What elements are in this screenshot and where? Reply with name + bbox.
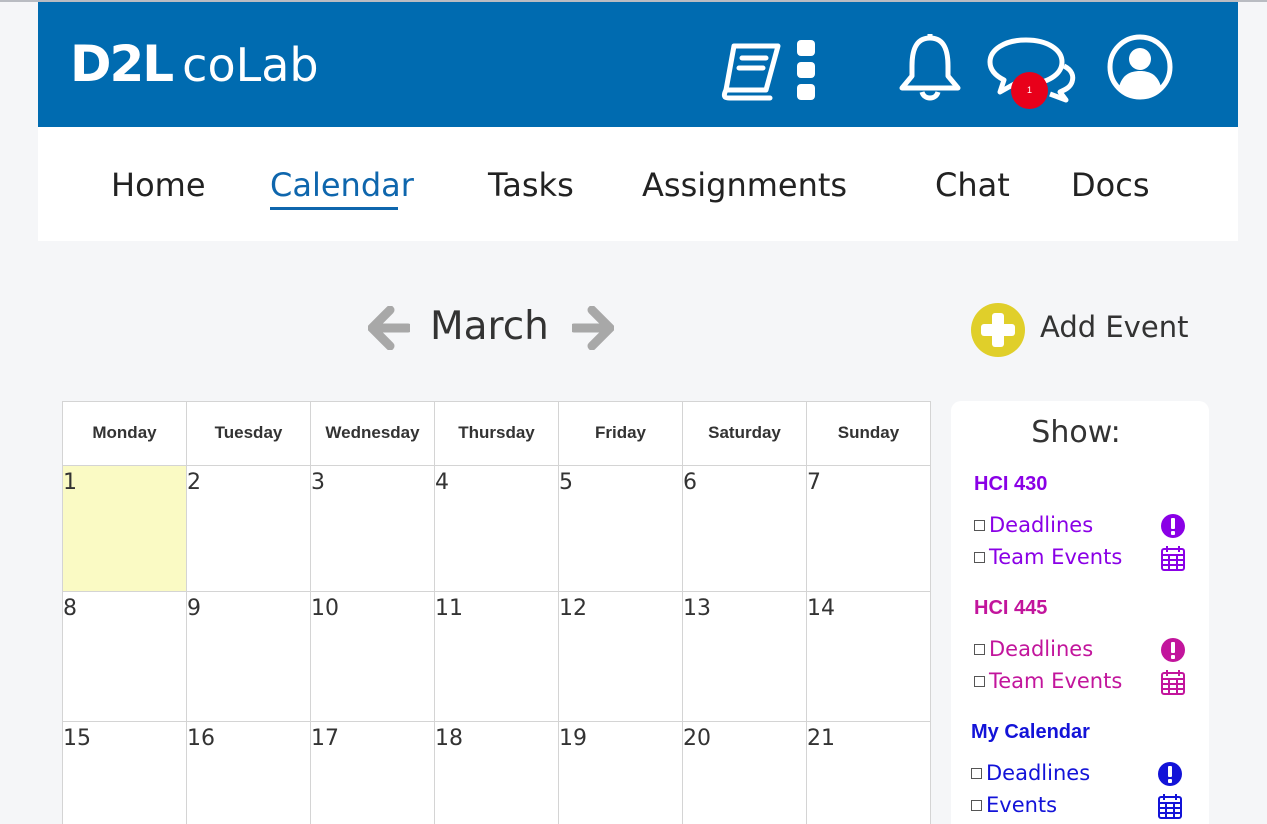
day-number: 20 xyxy=(683,726,711,751)
book-icon[interactable] xyxy=(720,40,784,102)
weekday-header: Thursday xyxy=(434,401,559,466)
calendar-day-cell[interactable]: 20 xyxy=(682,721,807,824)
more-vertical-icon[interactable] xyxy=(796,39,818,103)
day-number: 21 xyxy=(807,726,835,751)
calendar-filter-panel: Show: HCI 430 Deadlines Team Events HCI … xyxy=(951,401,1209,824)
add-event-label: Add Event xyxy=(1040,310,1189,344)
day-number: 2 xyxy=(187,470,201,495)
filter-hci445-deadlines[interactable]: Deadlines xyxy=(974,637,1093,661)
day-number: 1 xyxy=(63,470,77,495)
calendar-day-cell[interactable]: 10 xyxy=(310,591,435,722)
nav-home[interactable]: Home xyxy=(111,165,206,205)
day-number: 9 xyxy=(187,596,201,621)
filter-my-calendar-events[interactable]: Events xyxy=(971,793,1057,817)
weekday-header: Tuesday xyxy=(186,401,311,466)
nav-active-underline xyxy=(270,207,398,210)
calendar-day-cell[interactable]: 19 xyxy=(558,721,683,824)
checkbox[interactable] xyxy=(974,676,985,687)
deadline-alert-icon xyxy=(1161,514,1185,538)
calendar-day-cell[interactable]: 13 xyxy=(682,591,807,722)
deadline-alert-icon xyxy=(1158,762,1182,786)
nav-assignments[interactable]: Assignments xyxy=(642,165,847,205)
checkbox[interactable] xyxy=(974,552,985,563)
filter-hci430-team-events[interactable]: Team Events xyxy=(974,545,1122,569)
add-event-button[interactable]: Add Event xyxy=(970,302,1200,358)
calendar-day-cell[interactable]: 6 xyxy=(682,465,807,592)
day-number: 8 xyxy=(63,596,77,621)
weekday-header: Saturday xyxy=(682,401,807,466)
day-number: 5 xyxy=(559,470,573,495)
calendar-day-cell[interactable]: 5 xyxy=(558,465,683,592)
calendar-day-cell[interactable]: 18 xyxy=(434,721,559,824)
month-title: March xyxy=(430,304,549,349)
checkbox[interactable] xyxy=(974,520,985,531)
calendar-day-cell[interactable]: 2 xyxy=(186,465,311,592)
day-number: 13 xyxy=(683,596,711,621)
calendar-day-cell[interactable]: 1 xyxy=(62,465,187,592)
weekday-header: Wednesday xyxy=(310,401,435,466)
calendar-day-cell[interactable]: 16 xyxy=(186,721,311,824)
bell-icon[interactable] xyxy=(898,32,962,102)
deadline-alert-icon xyxy=(1161,638,1185,662)
day-number: 15 xyxy=(63,726,91,751)
nav-docs[interactable]: Docs xyxy=(1071,165,1149,205)
filter-hci430-deadlines[interactable]: Deadlines xyxy=(974,513,1093,537)
day-number: 3 xyxy=(311,470,325,495)
nav-chat[interactable]: Chat xyxy=(935,165,1010,205)
checkbox[interactable] xyxy=(974,644,985,655)
previous-month-arrow-icon[interactable] xyxy=(368,306,410,350)
app-header: D2L coLab 1 xyxy=(38,2,1238,127)
next-month-arrow-icon[interactable] xyxy=(572,306,614,350)
day-number: 6 xyxy=(683,470,697,495)
day-number: 10 xyxy=(311,596,339,621)
main-navigation: Home Calendar Tasks Assignments Chat Doc… xyxy=(38,127,1238,241)
calendar-day-cell[interactable]: 4 xyxy=(434,465,559,592)
calendar-day-cell[interactable]: 8 xyxy=(62,591,187,722)
notification-badge: 1 xyxy=(1011,72,1048,109)
add-plus-icon xyxy=(971,303,1025,357)
calendar-day-cell[interactable]: 7 xyxy=(806,465,931,592)
calendar-day-cell[interactable]: 3 xyxy=(310,465,435,592)
day-number: 12 xyxy=(559,596,587,621)
calendar-day-cell[interactable]: 21 xyxy=(806,721,931,824)
nav-tasks[interactable]: Tasks xyxy=(488,165,574,205)
checkbox[interactable] xyxy=(971,768,982,779)
weekday-header: Monday xyxy=(62,401,187,466)
filter-my-calendar-deadlines[interactable]: Deadlines xyxy=(971,761,1090,785)
calendar-event-icon xyxy=(1161,670,1185,695)
calendar-day-cell[interactable]: 17 xyxy=(310,721,435,824)
calendar-day-cell[interactable]: 9 xyxy=(186,591,311,722)
calendar-event-icon xyxy=(1161,546,1185,571)
calendar-day-cell[interactable]: 15 xyxy=(62,721,187,824)
day-number: 19 xyxy=(559,726,587,751)
calendar-day-cell[interactable]: 11 xyxy=(434,591,559,722)
day-number: 4 xyxy=(435,470,449,495)
day-number: 18 xyxy=(435,726,463,751)
checkbox[interactable] xyxy=(971,800,982,811)
app-logo[interactable]: D2L coLab xyxy=(70,34,319,95)
group-title-hci-445: HCI 445 xyxy=(974,597,1048,619)
filter-hci445-team-events[interactable]: Team Events xyxy=(974,669,1122,693)
calendar-day-cell[interactable]: 12 xyxy=(558,591,683,722)
show-title: Show: xyxy=(1031,415,1121,450)
day-number: 11 xyxy=(435,596,463,621)
nav-calendar[interactable]: Calendar xyxy=(270,165,414,205)
weekday-header: Friday xyxy=(558,401,683,466)
day-number: 16 xyxy=(187,726,215,751)
day-number: 14 xyxy=(807,596,835,621)
day-number: 7 xyxy=(807,470,821,495)
calendar-day-cell[interactable]: 14 xyxy=(806,591,931,722)
group-title-hci-430: HCI 430 xyxy=(974,473,1048,495)
group-title-my-calendar: My Calendar xyxy=(971,721,1090,743)
day-number: 17 xyxy=(311,726,339,751)
user-avatar-icon[interactable] xyxy=(1106,33,1174,101)
calendar-event-icon xyxy=(1158,794,1182,819)
weekday-header: Sunday xyxy=(806,401,931,466)
